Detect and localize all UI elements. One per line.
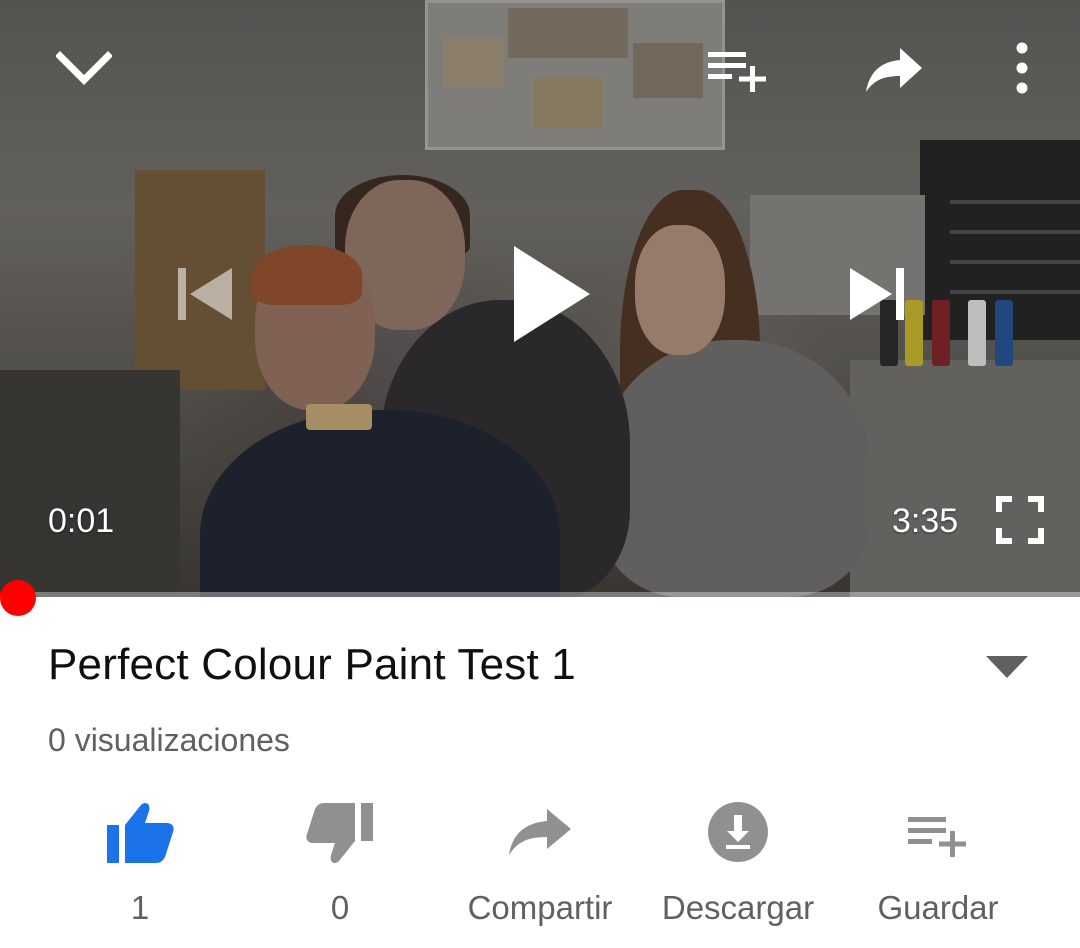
share-icon[interactable] — [864, 46, 924, 96]
fullscreen-icon[interactable] — [996, 496, 1044, 544]
more-vert-icon[interactable] — [1012, 42, 1032, 96]
skip-next-icon[interactable] — [848, 266, 906, 322]
playlist-add-icon — [906, 813, 970, 862]
like-count: 1 — [130, 889, 150, 926]
dislike-count: 0 — [330, 889, 350, 926]
like-button[interactable]: 1 — [40, 795, 240, 945]
progress-bar[interactable] — [0, 592, 1080, 597]
view-count: 0 visualizaciones — [48, 722, 290, 758]
save-label: Guardar — [877, 889, 999, 926]
share-icon — [507, 807, 573, 862]
share-label: Compartir — [467, 889, 613, 926]
chevron-down-icon[interactable] — [56, 48, 112, 88]
duration: 3:35 — [892, 502, 959, 540]
play-icon[interactable] — [510, 244, 592, 344]
save-button[interactable]: Guardar — [838, 795, 1038, 945]
triangle-down-icon[interactable] — [982, 652, 1032, 685]
current-time: 0:01 — [48, 502, 115, 540]
download-icon — [707, 801, 769, 868]
playlist-add-icon[interactable] — [706, 48, 770, 92]
action-bar: 1 0 Compartir Descargar Guardar — [0, 795, 1080, 945]
download-button[interactable]: Descargar — [638, 795, 838, 945]
thumb-up-icon — [105, 801, 175, 870]
skip-previous-icon[interactable] — [176, 266, 234, 322]
share-button[interactable]: Compartir — [440, 795, 640, 945]
download-label: Descargar — [661, 889, 815, 926]
scrubber-handle[interactable] — [0, 580, 36, 616]
video-title: Perfect Colour Paint Test 1 — [48, 640, 576, 689]
thumb-down-icon — [305, 801, 375, 870]
video-player[interactable]: 0:01 3:35 — [0, 0, 1080, 597]
dislike-button[interactable]: 0 — [240, 795, 440, 945]
